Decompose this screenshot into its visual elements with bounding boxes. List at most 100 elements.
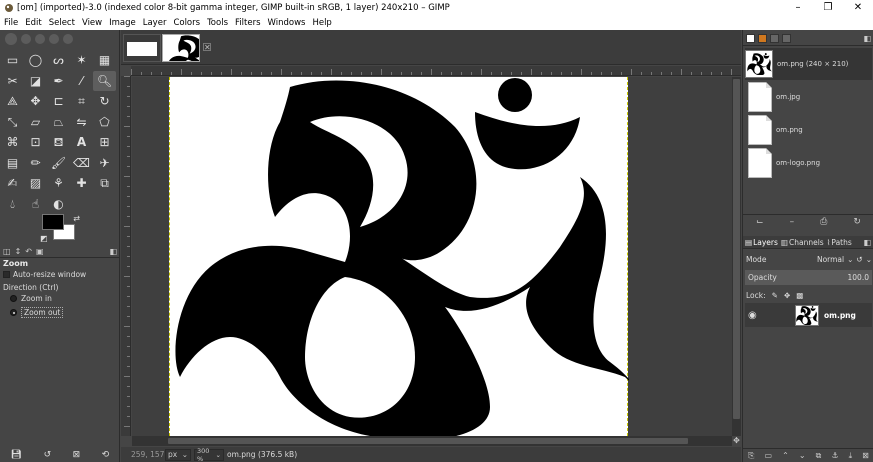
warp-tool-icon[interactable]: ⌘ [1, 132, 24, 153]
checkbox-box[interactable] [3, 271, 10, 278]
auto-resize-checkbox[interactable]: Auto-resize window [3, 270, 86, 279]
zoom-tool-icon[interactable]: 🔍︎ [93, 70, 116, 91]
anchor-layer-icon[interactable]: ⚓︎ [831, 451, 838, 460]
blur-sharpen-tool-icon[interactable]: 💧︎ [1, 194, 24, 215]
horizontal-scrollbar[interactable] [132, 436, 732, 446]
images-tab-icon[interactable] [782, 34, 791, 43]
scale-tool-icon[interactable]: ⤡ [1, 112, 24, 133]
images-list-item[interactable]: om.jpg [745, 81, 872, 113]
delete-options-icon[interactable]: ⊠ [73, 450, 81, 460]
bucket-fill-tool-icon[interactable]: ⛾ [47, 132, 70, 153]
layer-row[interactable]: ◉ om.png [745, 303, 872, 327]
fonts-tab-icon[interactable] [770, 34, 779, 43]
menu-select[interactable]: Select [45, 18, 78, 28]
menu-windows[interactable]: Windows [264, 18, 309, 28]
images-tab-icon[interactable]: ▣ [36, 247, 44, 256]
fuzzy-select-tool-icon[interactable]: ✶ [70, 50, 93, 71]
smudge-tool-icon[interactable]: ☝ [24, 194, 47, 215]
zoom-out-radio-dot[interactable] [10, 309, 17, 316]
move-tool-icon[interactable]: ✥ [24, 91, 47, 112]
close-button[interactable]: ✕ [843, 0, 873, 15]
paths-tool-icon[interactable]: ✒ [47, 71, 70, 92]
menu-file[interactable]: File [0, 18, 21, 28]
zoom-in-radio-dot[interactable] [10, 295, 17, 302]
airbrush-tool-icon[interactable]: ✈ [93, 153, 116, 174]
select-by-color-tool-icon[interactable]: ▦ [93, 50, 116, 71]
perspective-tool-icon[interactable]: ⏢ [47, 112, 70, 133]
menu-tools[interactable]: Tools [203, 18, 231, 28]
horizontal-ruler[interactable] [131, 66, 741, 76]
pencil-tool-icon[interactable]: ✏ [24, 153, 47, 174]
dodge-burn-tool-icon[interactable]: ◐ [47, 194, 70, 215]
menu-image[interactable]: Image [105, 18, 139, 28]
color-picker-tool-icon[interactable]: ⁄ [70, 71, 93, 92]
measure-tool-icon[interactable]: ⟁ [1, 91, 24, 112]
image-canvas[interactable] [169, 77, 629, 436]
lock-position-icon[interactable]: ✥ [784, 291, 790, 300]
handle-transform-tool-icon[interactable]: ⊞ [93, 132, 116, 153]
text-tool-icon[interactable]: A [70, 132, 93, 153]
menu-edit[interactable]: Edit [21, 18, 44, 28]
menu-view[interactable]: View [78, 18, 105, 28]
zoom-in-radio[interactable]: Zoom in [10, 294, 52, 303]
vertical-scroll-thumb[interactable] [733, 79, 740, 419]
align-tool-icon[interactable]: ⊏ [47, 91, 70, 112]
minimize-button[interactable]: – [783, 0, 813, 15]
cage-tool-icon[interactable]: ⬠ [93, 112, 116, 133]
ink-tool-icon[interactable]: ✍ [1, 173, 24, 194]
unit-select[interactable]: px ⌄ [165, 448, 191, 461]
image-tab-blank[interactable] [123, 34, 161, 62]
shear-tool-icon[interactable]: ▱ [24, 112, 47, 133]
foreground-color-swatch[interactable] [42, 214, 64, 230]
images-list-item[interactable]: om.png (240 × 210) [745, 48, 872, 80]
raise-view-icon[interactable]: ⌙ [756, 217, 764, 227]
close-tab-icon[interactable]: ✕ [203, 43, 211, 52]
canvas-view[interactable] [132, 77, 732, 436]
delete-image-icon[interactable]: – [790, 217, 795, 227]
maximize-button[interactable]: ❐ [813, 0, 843, 15]
reset-colors-icon[interactable]: ◩ [40, 234, 48, 243]
paintbrush-tool-icon[interactable]: 🖌︎ [47, 153, 70, 174]
brushes-tab-icon[interactable] [746, 34, 755, 43]
clone-tool-icon[interactable]: ⚘ [47, 173, 70, 194]
restore-options-icon[interactable]: ↺ [44, 450, 52, 460]
opacity-slider[interactable]: Opacity 100.0 [745, 270, 872, 285]
tab-menu-icon[interactable]: ◧ [863, 238, 871, 247]
eraser-tool-icon[interactable]: ⌫ [70, 153, 93, 174]
patterns-tab-icon[interactable] [758, 34, 767, 43]
lock-alpha-icon[interactable]: ▩ [796, 291, 803, 300]
undo-history-tab-icon[interactable]: ↶ [25, 247, 32, 256]
raise-layer-icon[interactable]: ⌃ [782, 451, 789, 460]
tool-options-tab-icon[interactable]: ◫ [3, 247, 11, 256]
tab-paths[interactable]: ⌇ Paths [827, 238, 852, 247]
blend-tool-icon[interactable]: ▤ [1, 153, 24, 174]
menu-colors[interactable]: Colors [169, 18, 203, 28]
merge-layer-icon[interactable]: ⤓ [849, 451, 853, 461]
menu-help[interactable]: Help [308, 18, 334, 28]
save-options-icon[interactable]: 💾︎ [11, 450, 22, 460]
heal-tool-icon[interactable]: ✚ [70, 173, 93, 194]
swap-colors-icon[interactable]: ⇄ [73, 214, 80, 223]
scissors-tool-icon[interactable]: ✂ [1, 71, 24, 92]
refresh-icon[interactable]: ↻ [853, 217, 861, 227]
duplicate-layer-icon[interactable]: ⧉ [816, 451, 822, 461]
images-list-item[interactable]: om.png [745, 114, 872, 146]
tab-menu-icon[interactable]: ◧ [109, 247, 117, 256]
chevron-down-icon[interactable]: ⌄ [866, 255, 872, 264]
perspective-clone-tool-icon[interactable]: ⧉ [93, 173, 116, 194]
foreground-select-tool-icon[interactable]: ◪ [24, 71, 47, 92]
horizontal-scroll-thumb[interactable] [168, 438, 688, 444]
menu-layer[interactable]: Layer [139, 18, 170, 28]
zoom-out-radio[interactable]: Zoom out [10, 307, 64, 318]
unified-transform-tool-icon[interactable]: ⊡ [24, 132, 47, 153]
vertical-scrollbar[interactable] [732, 77, 741, 436]
new-display-icon[interactable]: ⎙ [820, 217, 827, 227]
reset-options-icon[interactable]: ⟲ [102, 450, 110, 460]
lock-pixels-icon[interactable]: ✎ [772, 291, 778, 300]
rotate-tool-icon[interactable]: ↻ [93, 91, 116, 112]
ellipse-select-tool-icon[interactable]: ◯ [24, 50, 47, 71]
mypaint-brush-tool-icon[interactable]: ▨ [24, 173, 47, 194]
lower-layer-icon[interactable]: ⌄ [799, 451, 806, 460]
tab-channels[interactable]: ▥ Channels [781, 238, 824, 247]
tab-menu-icon[interactable]: ◧ [863, 34, 871, 43]
